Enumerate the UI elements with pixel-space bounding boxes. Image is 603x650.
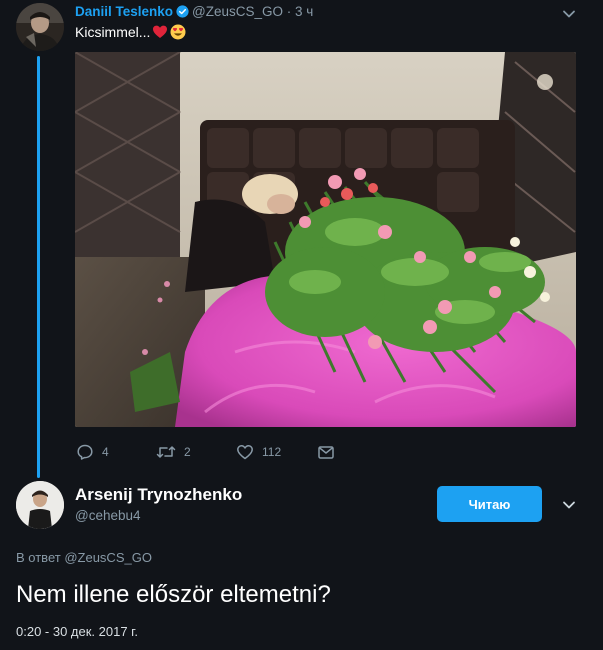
separator-dot: ·: [286, 4, 292, 19]
in-reply-prefix: В ответ: [16, 550, 61, 565]
direct-message-button[interactable]: [317, 442, 335, 462]
reply-timestamp[interactable]: 0:20 - 30 дек. 2017 г.: [16, 624, 138, 639]
retweet-count: 2: [184, 445, 191, 459]
in-reply-handle-link[interactable]: @ZeusCS_GO: [64, 550, 152, 565]
heart-eyes-emoji: [170, 24, 186, 40]
chevron-down-icon[interactable]: [562, 9, 576, 19]
like-count: 112: [262, 445, 282, 459]
tweet-time[interactable]: 3 ч: [295, 4, 313, 19]
retweet-button[interactable]: 2: [156, 442, 191, 462]
in-reply-to: В ответ @ZeusCS_GO: [16, 550, 152, 565]
avatar-photo: [16, 3, 64, 51]
like-icon: [237, 445, 253, 460]
retweet-icon: [156, 446, 176, 458]
avatar[interactable]: [16, 3, 64, 51]
tweet-text-content: Kicsimmel...: [75, 24, 151, 40]
verified-icon: [176, 5, 189, 18]
reply-author-name[interactable]: Arsenij Trynozhenko: [75, 485, 242, 505]
reply-author-handle[interactable]: @cehebu4: [75, 508, 141, 523]
thread-connector-line: [37, 56, 40, 478]
heart-emoji: [153, 25, 168, 38]
author-name[interactable]: Daniil Teslenko: [75, 4, 173, 19]
reply-count: 4: [102, 445, 109, 459]
tweet-thread: Daniil Teslenko @ZeusCS_GO · 3 ч Kicsimme…: [0, 0, 603, 650]
chevron-down-icon[interactable]: [562, 500, 576, 510]
photo-illustration: [75, 52, 576, 427]
like-button[interactable]: 112: [236, 442, 281, 462]
tweet-header: Daniil Teslenko @ZeusCS_GO · 3 ч: [75, 3, 313, 21]
reply-text: Nem illene először eltemetni?: [16, 581, 331, 608]
avatar[interactable]: [16, 481, 64, 529]
tweet-text: Kicsimmel...: [75, 23, 186, 41]
avatar-photo: [16, 481, 64, 529]
message-icon: [318, 446, 334, 459]
reply-icon: [77, 444, 93, 460]
author-handle[interactable]: @ZeusCS_GO: [192, 4, 283, 19]
tweet-photo[interactable]: [75, 52, 576, 427]
reply-button[interactable]: 4: [76, 442, 109, 462]
following-button[interactable]: Читаю: [437, 486, 542, 522]
